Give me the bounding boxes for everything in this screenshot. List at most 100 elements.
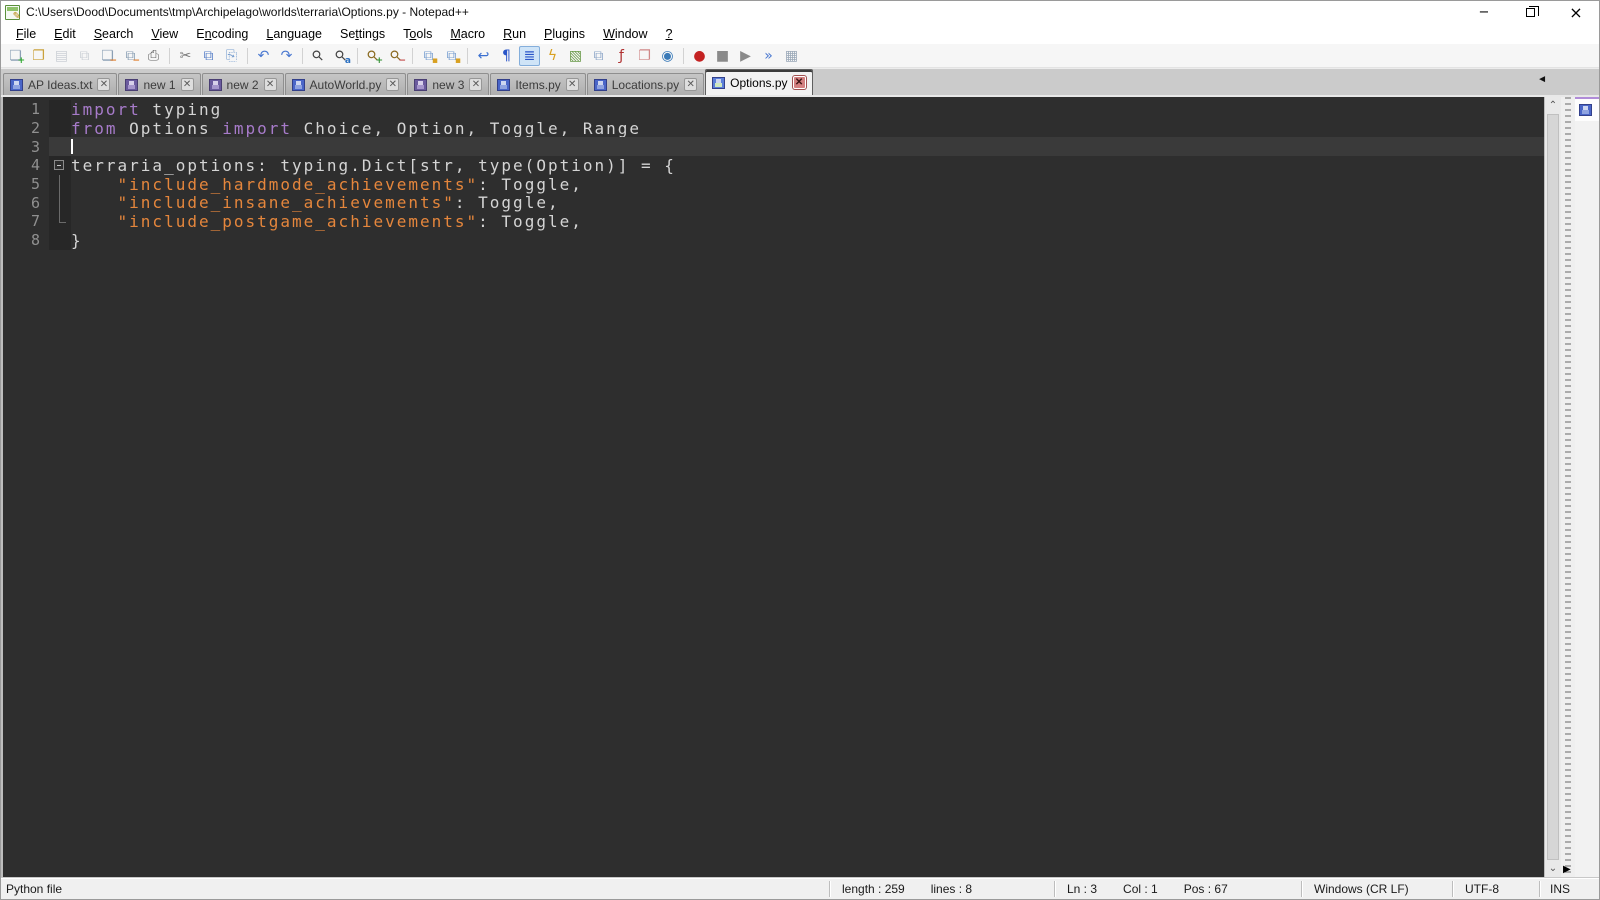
find-icon[interactable]: ⚲ — [308, 46, 329, 66]
status-eol-format[interactable]: Windows (CR LF) — [1302, 878, 1452, 899]
status-insert-mode[interactable]: INS — [1540, 878, 1599, 899]
tab-new-1[interactable]: new 1 ✕ — [118, 73, 201, 95]
scrollbar-thumb[interactable] — [1547, 114, 1559, 860]
menu-item-view[interactable]: View — [142, 25, 187, 43]
fold-margin-collapse-icon[interactable] — [49, 156, 71, 175]
sync-horizontal-scroll-icon[interactable]: ⧉ ▪ — [441, 46, 462, 66]
fold-margin — [49, 100, 71, 119]
editor[interactable]: 1 import typing 2 from Options import Choic… — [1, 97, 1544, 877]
editor-line-2[interactable]: 2 from Options import Choice, Option, Tog… — [3, 119, 1544, 138]
zoom-in-icon[interactable]: ⚲ + — [363, 46, 384, 66]
tab-close-icon[interactable]: ✕ — [792, 76, 806, 89]
menu-item-window[interactable]: Window — [594, 25, 656, 43]
line-number: 2 — [30, 119, 40, 138]
open-file-icon[interactable]: ❐ — [28, 46, 49, 66]
menu-item-search[interactable]: Search — [85, 25, 143, 43]
replace-icon[interactable]: ⚲ a — [331, 46, 352, 66]
sync-horizontal-scroll-overlay-glyph: ▪ — [454, 55, 461, 66]
macro-save-icon[interactable]: ▦ — [781, 46, 802, 66]
second-pane-tab-fragment[interactable] — [1575, 97, 1599, 121]
save-all-icon[interactable]: ⧉ — [74, 46, 95, 66]
menu-item-edit[interactable]: Edit — [45, 25, 85, 43]
menu-item-file[interactable]: File — [7, 25, 45, 43]
status-encoding[interactable]: UTF-8 — [1453, 878, 1539, 899]
code-text: "include_hardmode_achievements": Toggle, — [71, 175, 1544, 194]
tab-close-icon[interactable]: ✕ — [97, 78, 111, 91]
word-wrap-icon[interactable]: ↩ — [473, 46, 494, 66]
fold-guide-line — [59, 193, 60, 213]
status-position-section: Ln : 3 Col : 1 Pos : 67 — [1055, 878, 1301, 899]
tab-new-3[interactable]: new 3 ✕ — [407, 73, 490, 95]
document-map-icon[interactable]: ▧ — [565, 46, 586, 66]
copy-icon[interactable]: ⧉ — [198, 46, 219, 66]
menu-item-encoding[interactable]: Encoding — [187, 25, 257, 43]
menu-item-plugins[interactable]: Plugins — [535, 25, 594, 43]
function-list-icon[interactable]: ƒ — [611, 46, 632, 66]
saved-file-icon — [593, 78, 607, 91]
macro-stop-icon[interactable]: ■ — [712, 46, 733, 66]
restore-button[interactable] — [1507, 1, 1553, 23]
tab-ap-ideas-txt[interactable]: AP Ideas.txt ✕ — [3, 73, 118, 95]
folder-as-workspace-icon[interactable]: ❐ — [634, 46, 655, 66]
tab-close-icon[interactable]: ✕ — [180, 78, 194, 91]
show-all-characters-icon[interactable]: ¶ — [496, 46, 517, 66]
tab-autoworld-py[interactable]: AutoWorld.py ✕ — [284, 73, 407, 95]
menu-item-tools[interactable]: Tools — [394, 25, 441, 43]
document-switcher-icon[interactable]: ⧉ — [588, 46, 609, 66]
menu-item-macro[interactable]: Macro — [441, 25, 494, 43]
tab-close-icon[interactable]: ✕ — [684, 78, 698, 91]
macro-run-multiple-icon[interactable]: » — [758, 46, 779, 66]
tab-options-py[interactable]: Options.py ✕ — [705, 69, 813, 95]
print-icon[interactable]: ⎙ — [143, 46, 164, 66]
tab-close-icon[interactable]: ✕ — [263, 78, 277, 91]
tab-locations-py[interactable]: Locations.py ✕ — [586, 73, 705, 95]
close-button[interactable]: × — [1553, 1, 1599, 23]
scroll-down-icon[interactable]: ⌄ — [1545, 860, 1561, 877]
splitter-expand-icon[interactable]: ▶ — [1563, 864, 1571, 875]
new-file-icon[interactable]: ❏ + — [5, 46, 26, 66]
menu-item-run[interactable]: Run — [494, 25, 535, 43]
menu-item-language[interactable]: Language — [257, 25, 331, 43]
editor-line-8[interactable]: 8} — [3, 231, 1544, 250]
cut-glyph: ✂ — [179, 47, 192, 64]
close-all-icon[interactable]: ⧉ − — [120, 46, 141, 66]
pane-splitter[interactable]: ▶ — [1561, 97, 1575, 877]
code-text: } — [71, 231, 1544, 250]
paste-icon[interactable]: ⎘ — [221, 46, 242, 66]
macro-play-icon[interactable]: ▶ — [735, 46, 756, 66]
menu-item-[interactable]: ? — [657, 25, 682, 43]
zoom-out-icon[interactable]: ⚲ − — [386, 46, 407, 66]
redo-icon[interactable]: ↷ — [276, 46, 297, 66]
editor-line-6[interactable]: 6 "include_insane_achievements": Toggle, — [3, 193, 1544, 212]
editor-line-4[interactable]: 4 terraria_options: typing.Dict[str, type… — [3, 156, 1544, 175]
fold-open-box-icon[interactable] — [54, 160, 64, 171]
title-bar: C:\Users\Dood\Documents\tmp\Archipelago\… — [1, 1, 1599, 23]
menu-item-settings[interactable]: Settings — [331, 25, 394, 43]
tab-scroll-left-icon[interactable]: ◄ — [1537, 74, 1547, 85]
fold-margin — [49, 137, 71, 157]
tab-close-icon[interactable]: ✕ — [565, 78, 579, 91]
tab-close-icon[interactable]: ✕ — [386, 78, 400, 91]
monitoring-icon[interactable]: ◉ — [657, 46, 678, 66]
close-file-icon[interactable]: ❏ − — [97, 46, 118, 66]
sync-vertical-scroll-icon[interactable]: ⧉ ▪ — [418, 46, 439, 66]
scroll-up-icon[interactable]: ⌃ — [1545, 97, 1561, 114]
editor-line-5[interactable]: 5 "include_hardmode_achievements": Toggl… — [3, 175, 1544, 194]
show-indent-guide-icon[interactable]: ≣ — [519, 45, 540, 66]
save-file-icon[interactable]: ▤ — [51, 46, 72, 66]
user-defined-language-icon[interactable]: ϟ — [542, 46, 563, 66]
toolbar-separator — [683, 47, 684, 64]
vertical-scrollbar[interactable]: ⌃ ⌄ — [1544, 97, 1561, 877]
editor-line-3[interactable]: 3 — [3, 137, 1544, 157]
editor-line-7[interactable]: 7 "include_postgame_achievements": Toggl… — [3, 212, 1544, 231]
toolbar-separator — [247, 47, 248, 64]
cut-icon[interactable]: ✂ — [175, 46, 196, 66]
undo-icon[interactable]: ↶ — [253, 46, 274, 66]
macro-record-icon[interactable]: ● — [689, 46, 710, 66]
editor-line-1[interactable]: 1 import typing — [3, 100, 1544, 119]
tab-close-icon[interactable]: ✕ — [469, 78, 483, 91]
tab-new-2[interactable]: new 2 ✕ — [201, 73, 284, 95]
tab-items-py[interactable]: Items.py ✕ — [490, 73, 586, 95]
tab-label: AutoWorld.py — [309, 77, 382, 92]
minimize-button[interactable]: − — [1461, 1, 1507, 23]
